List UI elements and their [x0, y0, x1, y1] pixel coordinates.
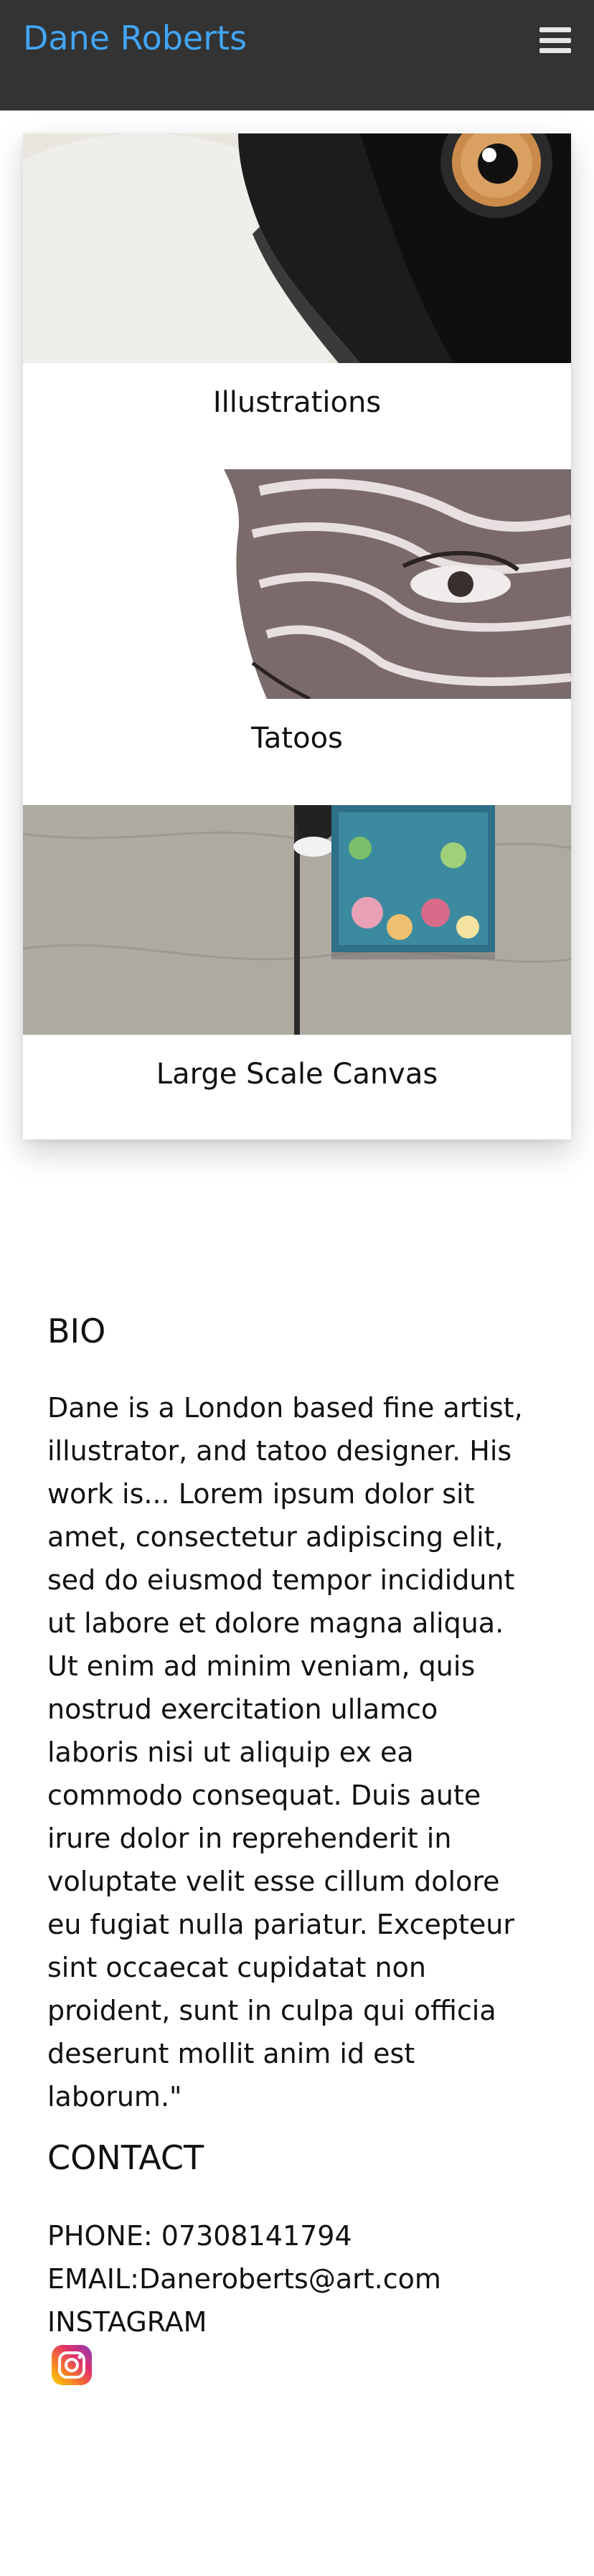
canvas-image [23, 805, 571, 1035]
instagram-icon[interactable] [50, 2344, 93, 2387]
card-caption: Tatoos [251, 722, 343, 755]
illustration-image [23, 133, 571, 363]
tattoo-image [23, 469, 571, 699]
bio-heading: BIO [47, 1312, 106, 1350]
contact-instagram-label: INSTAGRAM [47, 2306, 207, 2338]
card-tatoos[interactable]: Tatoos [23, 469, 571, 805]
card-caption: Large Scale Canvas [156, 1058, 438, 1091]
card-large-scale-canvas[interactable]: Large Scale Canvas [23, 805, 571, 1141]
contact-phone: PHONE: 07308141794 [47, 2220, 352, 2252]
contact-email: EMAIL:Daneroberts@art.com [47, 2263, 441, 2295]
card-illustrations[interactable]: Illustrations [23, 133, 571, 469]
navbar: Dane Roberts [0, 0, 594, 111]
bio-text: Dane is a London based fine artist, illu… [47, 1392, 523, 2112]
portfolio-cards: Illustrations Tatoos Large Scale Canvas [23, 133, 571, 1139]
contact-heading: CONTACT [47, 2138, 204, 2177]
brand-link[interactable]: Dane Roberts [23, 19, 247, 57]
card-caption: Illustrations [212, 386, 382, 419]
hamburger-menu-icon[interactable] [539, 27, 571, 53]
